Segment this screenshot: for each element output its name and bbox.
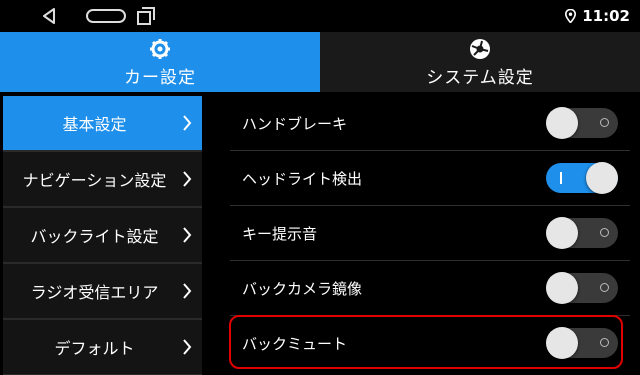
sidebar-item-backlight-settings[interactable]: バックライト設定 bbox=[3, 208, 202, 262]
sidebar-item-basic-settings[interactable]: 基本設定 bbox=[3, 96, 202, 150]
settings-tabs: カー設定 システム設定 bbox=[0, 32, 640, 92]
headlight-detect-toggle[interactable] bbox=[546, 162, 618, 194]
tab-system-settings[interactable]: システム設定 bbox=[320, 32, 640, 92]
chevron-right-icon bbox=[182, 283, 192, 299]
status-bar: 11:02 bbox=[0, 0, 640, 32]
setting-label: バックカメラ鏡像 bbox=[242, 279, 363, 298]
sidebar-item-label: バックライト設定 bbox=[30, 227, 159, 246]
setting-row-rear-camera-mirror: バックカメラ鏡像 bbox=[230, 261, 630, 316]
toggle-knob bbox=[546, 217, 578, 249]
home-icon[interactable] bbox=[84, 0, 128, 32]
gear-icon bbox=[149, 37, 171, 61]
handbrake-toggle[interactable] bbox=[546, 107, 618, 139]
sidebar-item-default[interactable]: デフォルト bbox=[3, 320, 202, 374]
chevron-right-icon bbox=[182, 227, 192, 243]
back-icon[interactable] bbox=[36, 0, 62, 32]
toggle-knob bbox=[586, 162, 618, 194]
rear-camera-mirror-toggle[interactable] bbox=[546, 272, 618, 304]
status-time: 11:02 bbox=[582, 7, 630, 25]
setting-label: ヘッドライト検出 bbox=[242, 169, 363, 188]
toggle-off-mark bbox=[600, 118, 609, 127]
recent-apps-icon[interactable] bbox=[132, 0, 160, 32]
sidebar-item-label: ナビゲーション設定 bbox=[22, 171, 167, 190]
key-tone-toggle[interactable] bbox=[546, 217, 618, 249]
setting-row-handbrake: ハンドブレーキ bbox=[230, 96, 630, 151]
highlight-box bbox=[229, 315, 623, 369]
setting-label: キー提示音 bbox=[242, 224, 318, 243]
tab-car-settings[interactable]: カー設定 bbox=[0, 32, 320, 92]
chevron-right-icon bbox=[182, 339, 192, 355]
sidebar-item-radio-area[interactable]: ラジオ受信エリア bbox=[3, 264, 202, 318]
sidebar-item-navigation-settings[interactable]: ナビゲーション設定 bbox=[3, 152, 202, 206]
tab-label: カー設定 bbox=[124, 67, 196, 88]
sidebar-item-label: デフォルト bbox=[54, 339, 135, 358]
sidebar: 基本設定 ナビゲーション設定 バックライト設定 ラジオ受信エリア デフォルト bbox=[3, 96, 202, 375]
toggle-off-mark bbox=[600, 283, 609, 292]
location-icon bbox=[565, 9, 577, 23]
chevron-right-icon bbox=[182, 115, 192, 131]
setting-row-headlight-detect: ヘッドライト検出 bbox=[230, 151, 630, 206]
toggle-knob bbox=[546, 107, 578, 139]
sidebar-item-label: 基本設定 bbox=[62, 115, 127, 134]
toggle-off-mark bbox=[600, 228, 609, 237]
chevron-right-icon bbox=[182, 171, 192, 187]
tab-label: システム設定 bbox=[426, 67, 534, 88]
toggle-knob bbox=[546, 272, 578, 304]
setting-row-key-tone: キー提示音 bbox=[230, 206, 630, 261]
setting-label: ハンドブレーキ bbox=[242, 114, 348, 133]
system-settings-icon bbox=[468, 37, 492, 61]
toggle-on-mark bbox=[560, 172, 562, 184]
sidebar-item-label: ラジオ受信エリア bbox=[30, 283, 159, 302]
